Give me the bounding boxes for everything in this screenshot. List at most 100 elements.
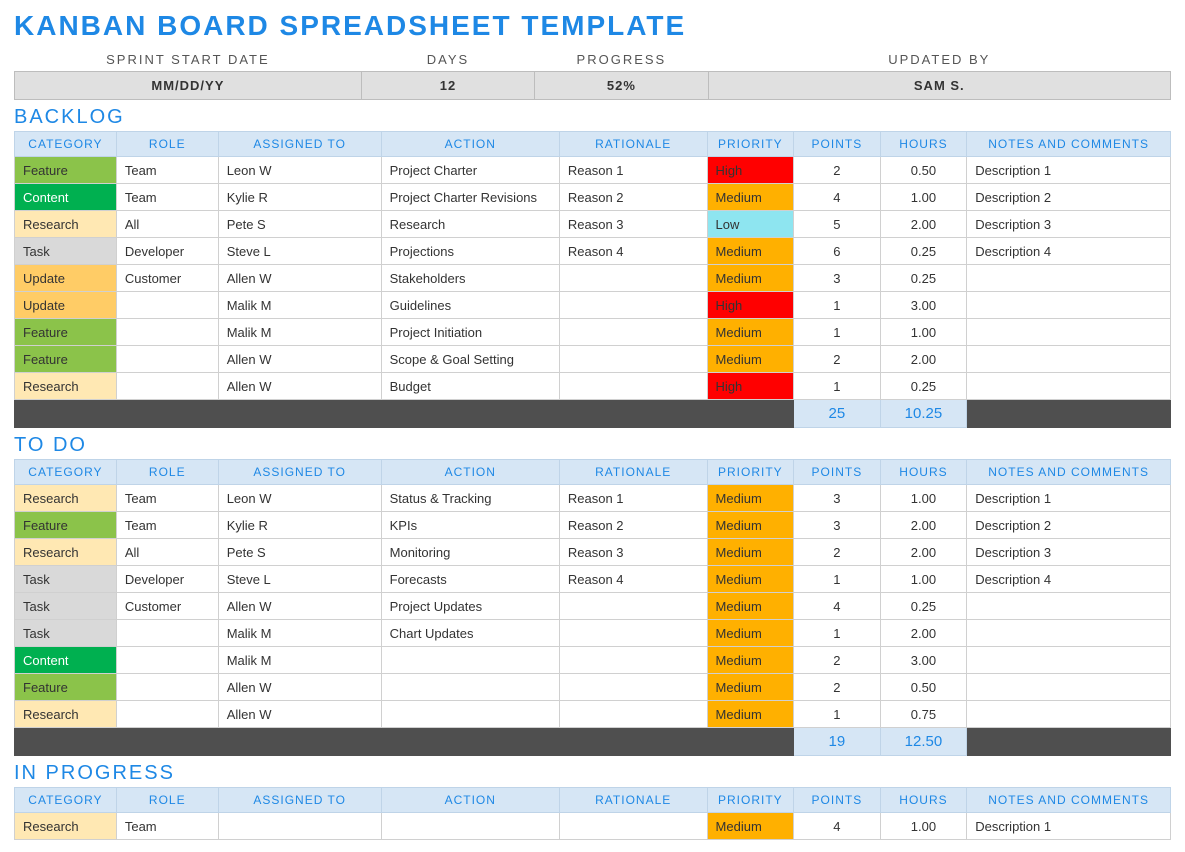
assigned-cell[interactable]: Malik M <box>218 319 381 346</box>
notes-cell[interactable]: Description 1 <box>967 157 1171 184</box>
action-cell[interactable]: Project Updates <box>381 593 559 620</box>
action-cell[interactable]: Monitoring <box>381 539 559 566</box>
assigned-cell[interactable]: Allen W <box>218 674 381 701</box>
action-cell[interactable] <box>381 701 559 728</box>
rationale-cell[interactable] <box>559 647 707 674</box>
category-cell[interactable]: Task <box>15 238 117 265</box>
rationale-cell[interactable] <box>559 813 707 840</box>
notes-cell[interactable] <box>967 292 1171 319</box>
table-row[interactable]: ContentTeamKylie RProject Charter Revisi… <box>15 184 1171 211</box>
priority-cell[interactable]: Medium <box>707 346 794 373</box>
table-row[interactable]: FeatureTeamKylie RKPIsReason 2Medium32.0… <box>15 512 1171 539</box>
column-header[interactable]: CATEGORY <box>15 460 117 485</box>
category-cell[interactable]: Feature <box>15 157 117 184</box>
column-header[interactable]: PRIORITY <box>707 460 794 485</box>
assigned-cell[interactable]: Allen W <box>218 373 381 400</box>
priority-cell[interactable]: Low <box>707 211 794 238</box>
assigned-cell[interactable]: Malik M <box>218 292 381 319</box>
table-row[interactable]: ResearchTeamLeon WStatus & TrackingReaso… <box>15 485 1171 512</box>
category-cell[interactable]: Task <box>15 566 117 593</box>
role-cell[interactable]: All <box>116 539 218 566</box>
hours-cell[interactable]: 2.00 <box>880 512 967 539</box>
points-cell[interactable]: 4 <box>794 184 881 211</box>
role-cell[interactable]: All <box>116 211 218 238</box>
points-cell[interactable]: 1 <box>794 701 881 728</box>
hours-cell[interactable]: 2.00 <box>880 539 967 566</box>
role-cell[interactable]: Customer <box>116 593 218 620</box>
table-row[interactable]: TaskMalik MChart UpdatesMedium12.00 <box>15 620 1171 647</box>
action-cell[interactable]: Budget <box>381 373 559 400</box>
hours-cell[interactable]: 0.50 <box>880 674 967 701</box>
action-cell[interactable]: Stakeholders <box>381 265 559 292</box>
hours-cell[interactable]: 0.25 <box>880 265 967 292</box>
column-header[interactable]: ASSIGNED TO <box>218 460 381 485</box>
column-header[interactable]: ROLE <box>116 132 218 157</box>
points-cell[interactable]: 5 <box>794 211 881 238</box>
column-header[interactable]: RATIONALE <box>559 460 707 485</box>
notes-cell[interactable]: Description 1 <box>967 813 1171 840</box>
meta-value[interactable]: 52% <box>535 72 708 100</box>
hours-cell[interactable]: 1.00 <box>880 813 967 840</box>
priority-cell[interactable]: Medium <box>707 813 794 840</box>
rationale-cell[interactable]: Reason 1 <box>559 485 707 512</box>
hours-cell[interactable]: 1.00 <box>880 319 967 346</box>
role-cell[interactable] <box>116 701 218 728</box>
column-header[interactable]: ROLE <box>116 460 218 485</box>
hours-cell[interactable]: 1.00 <box>880 485 967 512</box>
assigned-cell[interactable]: Pete S <box>218 211 381 238</box>
category-cell[interactable]: Research <box>15 373 117 400</box>
notes-cell[interactable]: Description 4 <box>967 566 1171 593</box>
assigned-cell[interactable]: Kylie R <box>218 512 381 539</box>
points-cell[interactable]: 1 <box>794 566 881 593</box>
table-row[interactable]: ResearchAllen WBudgetHigh10.25 <box>15 373 1171 400</box>
rationale-cell[interactable] <box>559 373 707 400</box>
table-row[interactable]: UpdateMalik MGuidelinesHigh13.00 <box>15 292 1171 319</box>
rationale-cell[interactable] <box>559 701 707 728</box>
assigned-cell[interactable]: Allen W <box>218 346 381 373</box>
table-row[interactable]: UpdateCustomerAllen WStakeholdersMedium3… <box>15 265 1171 292</box>
column-header[interactable]: CATEGORY <box>15 132 117 157</box>
priority-cell[interactable]: Medium <box>707 319 794 346</box>
rationale-cell[interactable]: Reason 4 <box>559 238 707 265</box>
hours-cell[interactable]: 0.75 <box>880 701 967 728</box>
priority-cell[interactable]: Medium <box>707 512 794 539</box>
action-cell[interactable]: Projections <box>381 238 559 265</box>
priority-cell[interactable]: Medium <box>707 265 794 292</box>
notes-cell[interactable] <box>967 373 1171 400</box>
assigned-cell[interactable]: Leon W <box>218 157 381 184</box>
rationale-cell[interactable]: Reason 1 <box>559 157 707 184</box>
category-cell[interactable]: Research <box>15 813 117 840</box>
column-header[interactable]: NOTES AND COMMENTS <box>967 460 1171 485</box>
assigned-cell[interactable]: Steve L <box>218 238 381 265</box>
rationale-cell[interactable]: Reason 3 <box>559 211 707 238</box>
column-header[interactable]: HOURS <box>880 788 967 813</box>
points-cell[interactable]: 2 <box>794 674 881 701</box>
notes-cell[interactable] <box>967 674 1171 701</box>
role-cell[interactable] <box>116 346 218 373</box>
points-cell[interactable]: 4 <box>794 593 881 620</box>
notes-cell[interactable]: Description 1 <box>967 485 1171 512</box>
assigned-cell[interactable] <box>218 813 381 840</box>
meta-value[interactable]: SAM S. <box>708 72 1170 100</box>
category-cell[interactable]: Content <box>15 184 117 211</box>
points-cell[interactable]: 1 <box>794 292 881 319</box>
column-header[interactable]: ACTION <box>381 460 559 485</box>
column-header[interactable]: HOURS <box>880 460 967 485</box>
rationale-cell[interactable] <box>559 292 707 319</box>
priority-cell[interactable]: Medium <box>707 674 794 701</box>
role-cell[interactable]: Customer <box>116 265 218 292</box>
meta-value[interactable]: MM/DD/YY <box>15 72 362 100</box>
category-cell[interactable]: Update <box>15 292 117 319</box>
rationale-cell[interactable]: Reason 2 <box>559 512 707 539</box>
action-cell[interactable]: Research <box>381 211 559 238</box>
column-header[interactable]: NOTES AND COMMENTS <box>967 132 1171 157</box>
assigned-cell[interactable]: Leon W <box>218 485 381 512</box>
action-cell[interactable] <box>381 674 559 701</box>
column-header[interactable]: PRIORITY <box>707 788 794 813</box>
action-cell[interactable]: Guidelines <box>381 292 559 319</box>
assigned-cell[interactable]: Steve L <box>218 566 381 593</box>
hours-cell[interactable]: 1.00 <box>880 566 967 593</box>
column-header[interactable]: ASSIGNED TO <box>218 788 381 813</box>
points-cell[interactable]: 1 <box>794 373 881 400</box>
action-cell[interactable] <box>381 647 559 674</box>
